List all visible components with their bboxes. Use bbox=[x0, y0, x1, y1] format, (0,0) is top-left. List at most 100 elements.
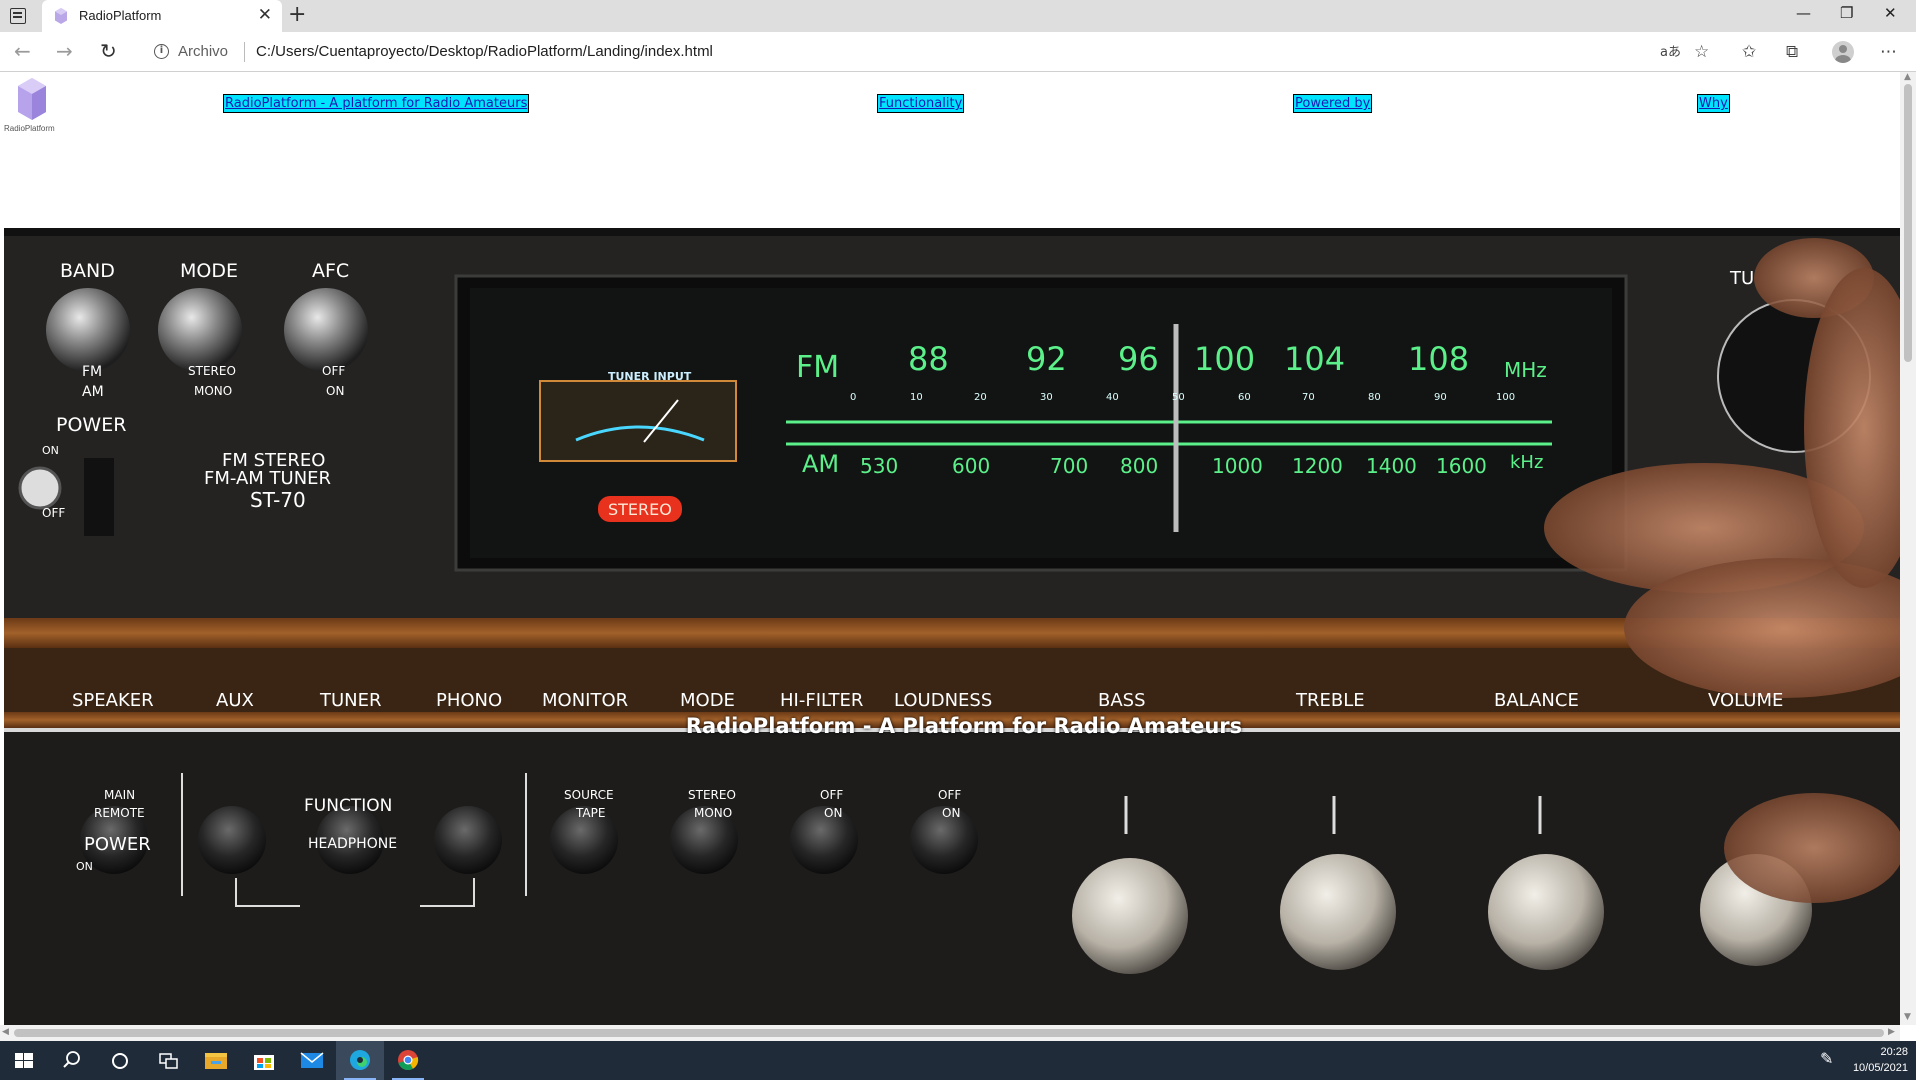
collections-icon[interactable]: ⧉ bbox=[1786, 42, 1798, 62]
mail-icon[interactable] bbox=[288, 1041, 336, 1080]
close-window-button[interactable]: ✕ bbox=[1884, 4, 1897, 22]
address-divider bbox=[244, 42, 245, 62]
file-explorer-icon[interactable] bbox=[192, 1041, 240, 1080]
vertical-scrollbar[interactable]: ▲ ▼ bbox=[1900, 72, 1916, 1025]
tab-close-icon[interactable]: ✕ bbox=[258, 6, 272, 24]
linear-30: 30 bbox=[1040, 392, 1053, 403]
am-freq-1200: 1200 bbox=[1292, 454, 1343, 478]
mode-stereo-amp-option: STEREO bbox=[688, 788, 736, 802]
am-freq-530: 530 bbox=[860, 454, 899, 478]
linear-60: 60 bbox=[1238, 392, 1251, 403]
horizontal-scrollbar[interactable]: ◀ ▶ bbox=[0, 1025, 1900, 1041]
chrome-browser-icon[interactable] bbox=[384, 1041, 432, 1080]
amp-power-on-label: ON bbox=[76, 860, 93, 873]
hero-banner-image: BAND MODE AFC FM AM STEREO MONO OFF ON P… bbox=[4, 228, 1900, 1025]
windows-taskbar: ✎ 20:28 10/05/2021 bbox=[0, 1041, 1916, 1080]
amp-power-label: POWER bbox=[84, 834, 151, 855]
profile-avatar-icon[interactable] bbox=[1832, 41, 1854, 63]
restore-button[interactable]: ❐ bbox=[1840, 4, 1853, 22]
fm-unit-label: MHz bbox=[1504, 358, 1547, 382]
model-line-3: ST-70 bbox=[250, 488, 306, 512]
pen-workspace-icon[interactable]: ✎ bbox=[1820, 1049, 1833, 1068]
nav-link-powered-by[interactable]: Powered by bbox=[1293, 94, 1373, 113]
scroll-up-arrow-icon[interactable]: ▲ bbox=[1904, 72, 1911, 82]
address-url[interactable]: C:/Users/Cuentaproyecto/Desktop/RadioPla… bbox=[256, 43, 713, 60]
am-freq-600: 600 bbox=[952, 454, 991, 478]
new-tab-button[interactable]: + bbox=[288, 3, 306, 27]
tuner-band-label: BAND bbox=[60, 260, 115, 282]
amp-aux-label: AUX bbox=[216, 690, 254, 711]
linear-70: 70 bbox=[1302, 392, 1315, 403]
scroll-down-arrow-icon[interactable]: ▼ bbox=[1904, 1012, 1911, 1022]
system-clock[interactable]: 20:28 10/05/2021 bbox=[1853, 1044, 1908, 1076]
linear-90: 90 bbox=[1434, 392, 1447, 403]
edge-browser-icon[interactable] bbox=[336, 1041, 384, 1080]
tuner-power-on-label: ON bbox=[42, 444, 59, 457]
fm-freq-108: 108 bbox=[1408, 340, 1470, 378]
band-fm-option: FM bbox=[82, 364, 103, 380]
am-freq-700: 700 bbox=[1050, 454, 1089, 478]
microsoft-store-icon[interactable] bbox=[240, 1041, 288, 1080]
task-view-icon[interactable] bbox=[144, 1041, 192, 1080]
logo-caption: RadioPlatform bbox=[4, 124, 55, 133]
scroll-right-arrow-icon[interactable]: ▶ bbox=[1888, 1027, 1895, 1037]
address-scheme-label: Archivo bbox=[178, 43, 229, 60]
tuner-input-meter-label: TUNER INPUT bbox=[608, 370, 692, 383]
site-logo[interactable]: RadioPlatform bbox=[4, 78, 60, 138]
search-icon[interactable] bbox=[48, 1041, 96, 1080]
hi-filter-on-option: ON bbox=[824, 806, 843, 820]
nav-link-home[interactable]: RadioPlatform - A platform for Radio Ama… bbox=[223, 94, 530, 113]
address-bar[interactable]: i Archivo C:/Users/Cuentaproyecto/Deskto… bbox=[138, 36, 1658, 68]
reload-icon[interactable]: ↻ bbox=[100, 39, 117, 63]
browser-tab-radioplatform[interactable]: RadioPlatform ✕ bbox=[42, 0, 282, 32]
fm-freq-100: 100 bbox=[1194, 340, 1256, 378]
monitor-source-option: SOURCE bbox=[564, 788, 614, 802]
amp-speaker-label: SPEAKER bbox=[72, 690, 154, 711]
am-freq-800: 800 bbox=[1120, 454, 1159, 478]
amp-mode-label: MODE bbox=[680, 690, 735, 711]
am-freq-1000: 1000 bbox=[1212, 454, 1263, 478]
horizontal-scrollbar-thumb[interactable] bbox=[14, 1029, 1884, 1037]
loudness-on-option: ON bbox=[942, 806, 961, 820]
amp-volume-label: VOLUME bbox=[1708, 690, 1784, 711]
tuner-power-off-label: OFF bbox=[42, 506, 66, 520]
radioplatform-logo-icon bbox=[18, 78, 46, 120]
speaker-remote-option: REMOTE bbox=[94, 806, 145, 820]
more-menu-icon[interactable]: ⋯ bbox=[1880, 42, 1897, 62]
tuner-afc-label: AFC bbox=[312, 260, 350, 282]
function-label: FUNCTION bbox=[304, 796, 393, 816]
site-info-icon[interactable]: i bbox=[154, 44, 169, 59]
am-freq-1400: 1400 bbox=[1366, 454, 1417, 478]
speaker-main-option: MAIN bbox=[104, 788, 136, 802]
nav-link-functionality[interactable]: Functionality bbox=[877, 94, 965, 113]
tab-actions-menu-icon[interactable] bbox=[10, 8, 26, 24]
cortana-icon[interactable] bbox=[96, 1041, 144, 1080]
page-viewport: RadioPlatform RadioPlatform - A platform… bbox=[0, 72, 1900, 1025]
mode-mono-option: MONO bbox=[194, 384, 233, 398]
forward-arrow-icon[interactable]: → bbox=[56, 39, 73, 63]
scroll-left-arrow-icon[interactable]: ◀ bbox=[2, 1027, 9, 1037]
vertical-scrollbar-thumb[interactable] bbox=[1904, 84, 1912, 362]
amp-balance-label: BALANCE bbox=[1494, 690, 1579, 711]
windows-start-icon[interactable] bbox=[0, 1041, 48, 1080]
amp-phono-label: PHONO bbox=[436, 690, 503, 711]
band-am-option: AM bbox=[82, 384, 104, 400]
monitor-tape-option: TAPE bbox=[576, 806, 606, 820]
amp-tuner-label: TUNER bbox=[320, 690, 382, 711]
loudness-off-option: OFF bbox=[938, 788, 962, 802]
linear-10: 10 bbox=[910, 392, 923, 403]
fm-freq-92: 92 bbox=[1026, 340, 1067, 378]
nav-link-why[interactable]: Why bbox=[1697, 94, 1730, 113]
stereo-indicator: STEREO bbox=[608, 500, 672, 519]
minimize-button[interactable]: — bbox=[1796, 4, 1811, 22]
read-aloud-icon[interactable]: aあ bbox=[1660, 43, 1681, 63]
am-unit-label: kHz bbox=[1510, 452, 1544, 473]
back-arrow-icon[interactable]: ← bbox=[14, 39, 31, 63]
tuner-mode-label: MODE bbox=[180, 260, 238, 282]
fm-scale-label: FM bbox=[796, 350, 840, 385]
add-favorite-icon[interactable]: ☆ bbox=[1694, 42, 1709, 62]
linear-50: 50 bbox=[1172, 392, 1185, 403]
headphone-label: HEADPHONE bbox=[308, 836, 398, 852]
favorites-icon[interactable]: ✩ bbox=[1742, 42, 1756, 62]
am-scale-label: AM bbox=[802, 450, 840, 478]
